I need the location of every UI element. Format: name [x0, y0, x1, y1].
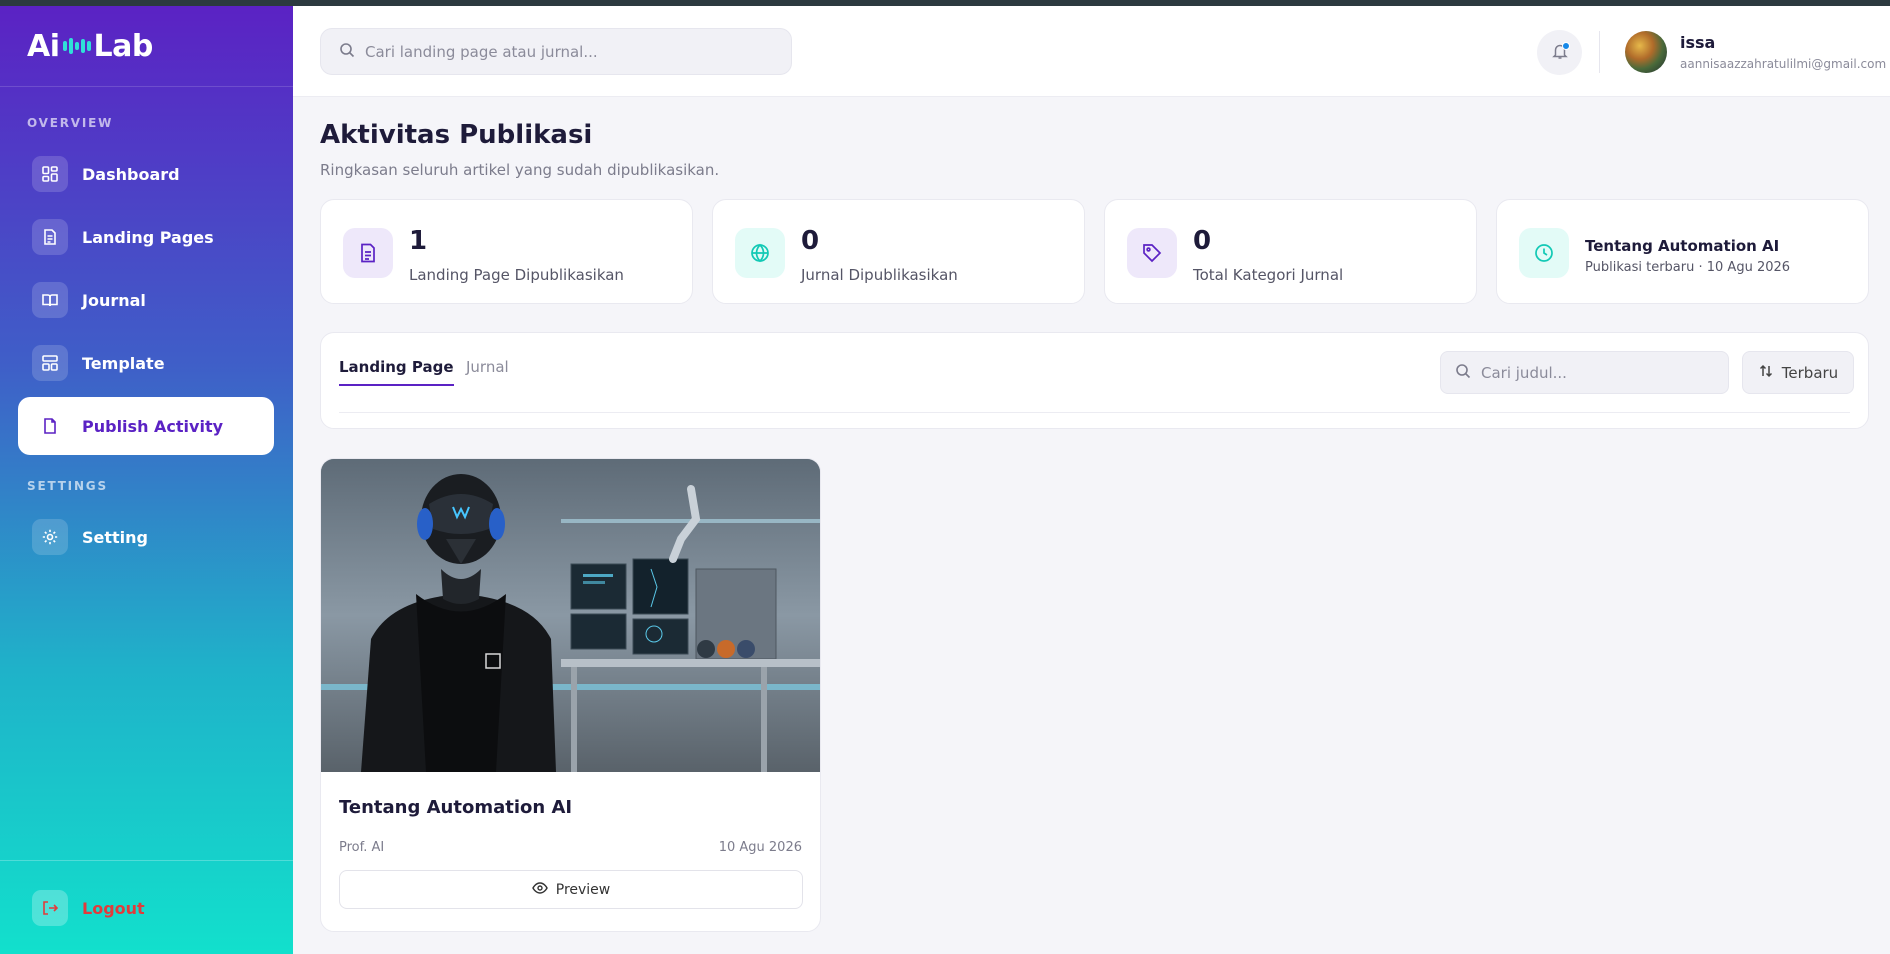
avatar[interactable] — [1625, 31, 1667, 73]
main-content: issa aannisaazzahratulilmi@gmail.com Akt… — [293, 6, 1890, 954]
notification-dot — [1562, 42, 1570, 50]
global-search-input[interactable] — [365, 42, 791, 61]
eye-icon — [531, 880, 548, 900]
stat-label: Total Kategori Jurnal — [1193, 266, 1344, 284]
sidebar-item-dashboard[interactable]: Dashboard — [18, 145, 274, 203]
card-date: 10 Agu 2026 — [718, 840, 802, 855]
card-thumbnail — [321, 459, 820, 772]
tab-jurnal[interactable]: Jurnal — [466, 358, 509, 384]
stat-card-landing-pages: 1 Landing Page Dipublikasikan — [320, 199, 693, 304]
logout-area: Logout — [0, 860, 293, 954]
notification-button[interactable] — [1537, 30, 1582, 75]
logout-button[interactable]: Logout — [18, 879, 145, 937]
gear-icon — [32, 519, 68, 555]
sidebar-item-publish-activity[interactable]: Publish Activity — [18, 397, 274, 455]
sidebar-item-label: Landing Pages — [82, 227, 214, 247]
sidebar-item-setting[interactable]: Setting — [18, 508, 274, 566]
title-search-input[interactable] — [1481, 363, 1728, 382]
stat-card-latest-publication: Tentang Automation AI Publikasi terbaru … — [1496, 199, 1869, 304]
latest-publication-meta: Publikasi terbaru · 10 Agu 2026 — [1585, 260, 1791, 275]
grid-icon — [32, 156, 68, 192]
logout-icon — [32, 890, 68, 926]
document-icon — [343, 228, 393, 278]
sidebar-item-label: Template — [82, 353, 165, 373]
thumbnail-illustration — [321, 459, 820, 772]
logo[interactable]: Ai Lab — [0, 6, 293, 87]
sidebar-item-label: Dashboard — [82, 164, 180, 184]
top-header: issa aannisaazzahratulilmi@gmail.com — [293, 6, 1890, 97]
user-name: issa — [1680, 33, 1716, 52]
logo-text-right: Lab — [93, 28, 154, 64]
logo-text-left: Ai — [27, 28, 60, 64]
sidebar-item-label: Journal — [82, 290, 146, 310]
stat-value: 0 — [801, 226, 820, 256]
sidebar-item-journal[interactable]: Journal — [18, 271, 274, 329]
sidebar-item-label: Publish Activity — [82, 416, 224, 436]
layout-icon — [32, 345, 68, 381]
waveform-icon — [62, 38, 91, 54]
tab-landing-page[interactable]: Landing Page — [339, 358, 454, 386]
search-icon — [339, 42, 355, 62]
sidebar-item-landing-pages[interactable]: Landing Pages — [18, 208, 274, 266]
search-icon — [1455, 363, 1471, 383]
card-author: Prof. AI — [339, 840, 385, 855]
section-label-settings: SETTINGS — [27, 479, 108, 493]
landing-page-card[interactable]: Tentang Automation AI Prof. AI 10 Agu 20… — [320, 458, 821, 932]
stat-card-categories: 0 Total Kategori Jurnal — [1104, 199, 1477, 304]
sidebar: Ai Lab OVERVIEW Dashboard Landing Pages — [0, 6, 293, 954]
book-icon — [32, 282, 68, 318]
filter-bar: Landing Page Jurnal Terbaru — [320, 332, 1869, 429]
global-search[interactable] — [320, 28, 792, 75]
sidebar-item-label: Setting — [82, 527, 148, 547]
tag-icon — [1127, 228, 1177, 278]
globe-icon — [735, 228, 785, 278]
file-icon — [32, 408, 68, 444]
section-label-overview: OVERVIEW — [27, 116, 114, 130]
title-search[interactable] — [1440, 351, 1729, 394]
document-icon — [32, 219, 68, 255]
logo-wordmark: Ai Lab — [27, 29, 153, 64]
stat-label: Landing Page Dipublikasikan — [409, 266, 624, 284]
latest-publication-title: Tentang Automation AI — [1585, 237, 1780, 255]
stat-label: Jurnal Dipublikasikan — [801, 266, 958, 284]
preview-button[interactable]: Preview — [339, 870, 803, 909]
sort-label: Terbaru — [1781, 363, 1839, 382]
app-shell: Ai Lab OVERVIEW Dashboard Landing Pages — [0, 6, 1890, 954]
sort-button[interactable]: Terbaru — [1742, 351, 1854, 394]
stat-value: 0 — [1193, 226, 1212, 256]
filter-divider — [339, 412, 1850, 413]
sidebar-item-template[interactable]: Template — [18, 334, 274, 392]
card-title: Tentang Automation AI — [339, 797, 573, 818]
page-title: Aktivitas Publikasi — [320, 120, 593, 150]
page-subtitle: Ringkasan seluruh artikel yang sudah dip… — [320, 161, 720, 179]
stat-card-journals: 0 Jurnal Dipublikasikan — [712, 199, 1085, 304]
stat-value: 1 — [409, 226, 428, 256]
sort-icon — [1758, 363, 1774, 383]
logout-label: Logout — [82, 898, 145, 918]
preview-label: Preview — [555, 881, 611, 898]
user-email: aannisaazzahratulilmi@gmail.com — [1680, 57, 1887, 71]
clock-icon — [1519, 228, 1569, 278]
header-divider — [1599, 31, 1600, 73]
